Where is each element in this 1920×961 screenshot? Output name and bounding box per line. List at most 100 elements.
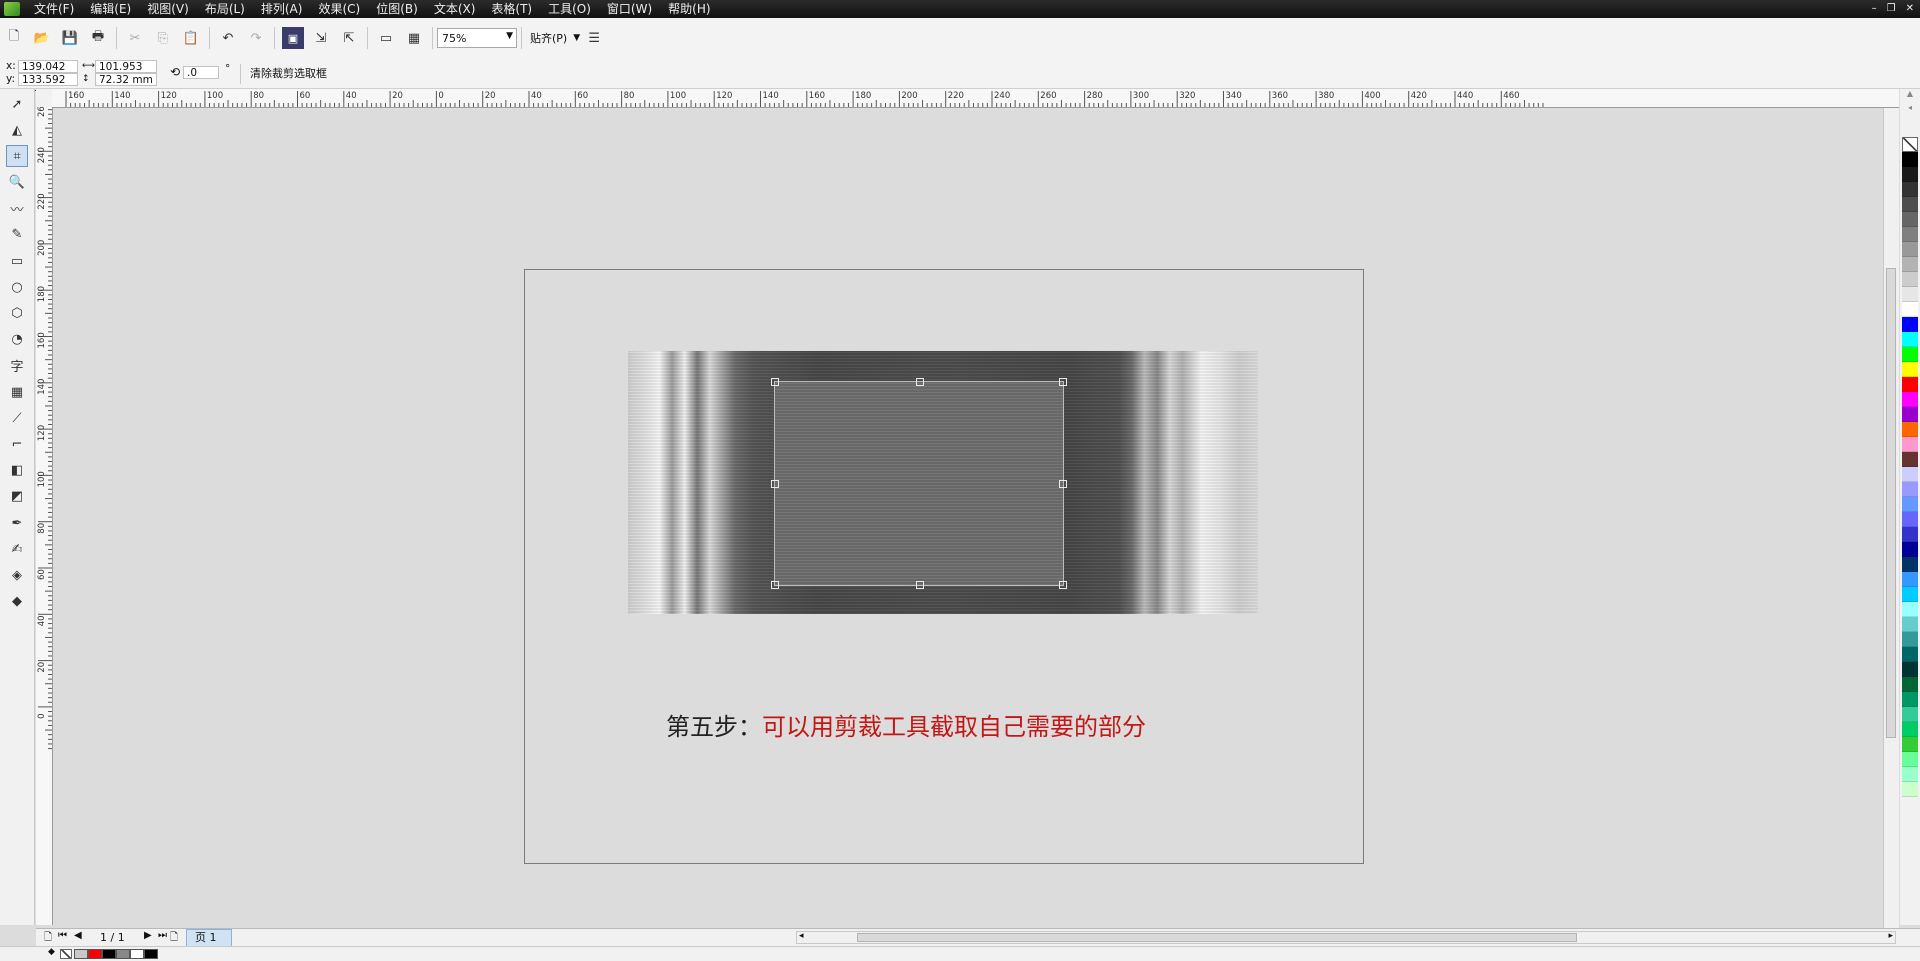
color-swatch[interactable]: [1902, 362, 1918, 377]
color-swatch[interactable]: [1902, 182, 1918, 197]
export-icon[interactable]: ⇱: [338, 27, 360, 49]
menu-help[interactable]: 帮助(H): [660, 0, 718, 18]
restore-icon[interactable]: ❐: [1887, 0, 1896, 18]
color-swatch[interactable]: [1902, 482, 1918, 497]
document-color-swatch[interactable]: [102, 949, 116, 959]
new-document-icon[interactable]: 🗋: [3, 27, 25, 49]
print-icon[interactable]: 🖶: [87, 27, 109, 49]
color-swatch[interactable]: [1902, 782, 1918, 797]
document-color-swatch[interactable]: [144, 949, 158, 959]
transparency-tool-icon[interactable]: ◩: [6, 486, 28, 508]
color-swatch[interactable]: [1902, 347, 1918, 362]
connector-tool-icon[interactable]: ⌐: [6, 433, 28, 455]
no-fill-swatch[interactable]: [1902, 137, 1918, 152]
dimension-tool-icon[interactable]: ⟋: [6, 407, 28, 429]
first-page-icon[interactable]: ⏮: [58, 930, 67, 941]
crop-handle-left[interactable]: [771, 480, 779, 488]
color-swatch[interactable]: [1902, 407, 1918, 422]
menu-edit[interactable]: 编辑(E): [82, 0, 139, 18]
ellipse-tool-icon[interactable]: ○: [6, 276, 28, 298]
minimize-icon[interactable]: –: [1872, 0, 1877, 18]
color-swatch[interactable]: [1902, 542, 1918, 557]
zoom-tool-icon[interactable]: 🔍: [6, 172, 28, 194]
color-swatch[interactable]: [1902, 662, 1918, 677]
table-tool-icon[interactable]: ▦: [6, 381, 28, 403]
color-swatch[interactable]: [1902, 257, 1918, 272]
clear-crop-marquee-button[interactable]: 清除裁剪选取框: [250, 67, 327, 80]
drawing-canvas[interactable]: 第五步：可以用剪裁工具截取自己需要的部分: [53, 108, 1883, 928]
y-position-field[interactable]: 133.592 mm: [18, 73, 78, 99]
bitmap-image[interactable]: [628, 351, 1258, 614]
basic-shapes-tool-icon[interactable]: ◔: [6, 329, 28, 351]
x-position-field[interactable]: 139.042 mm: [18, 60, 78, 86]
interactive-fill-tool-icon[interactable]: ◆: [6, 591, 28, 613]
crop-tool-icon[interactable]: ⌗: [6, 145, 28, 168]
color-swatch[interactable]: [1902, 497, 1918, 512]
pick-tool-icon[interactable]: ➚: [6, 93, 28, 115]
color-swatch[interactable]: [1902, 512, 1918, 527]
color-swatch[interactable]: [1902, 317, 1918, 332]
fill-tool-icon[interactable]: ◈: [6, 564, 28, 586]
rectangle-tool-icon[interactable]: ▭: [6, 250, 28, 272]
document-color-swatch[interactable]: [130, 949, 144, 959]
page-tab[interactable]: 页 1: [186, 929, 232, 947]
crop-handle-bottom-left[interactable]: [771, 581, 779, 589]
scroll-left-icon[interactable]: ◂: [799, 931, 804, 941]
shape-tool-icon[interactable]: ◭: [6, 119, 28, 141]
color-swatch[interactable]: [1902, 332, 1918, 347]
freehand-tool-icon[interactable]: 〰: [6, 198, 28, 220]
color-swatch[interactable]: [1902, 167, 1918, 182]
eyedropper-tool-icon[interactable]: ✒: [6, 512, 28, 534]
crop-handle-top-right[interactable]: [1059, 378, 1067, 386]
color-swatch[interactable]: [1902, 587, 1918, 602]
horizontal-scrollbar[interactable]: ◂ ▸: [796, 931, 1896, 944]
document-color-swatch[interactable]: [88, 949, 102, 959]
menu-layout[interactable]: 布局(L): [197, 0, 253, 18]
last-page-icon[interactable]: ⏭: [158, 930, 167, 941]
color-swatch[interactable]: [1902, 752, 1918, 767]
menu-table[interactable]: 表格(T): [483, 0, 540, 18]
menu-effects[interactable]: 效果(C): [310, 0, 368, 18]
previous-page-icon[interactable]: ◀: [74, 930, 82, 941]
color-swatch[interactable]: [1902, 377, 1918, 392]
color-swatch[interactable]: [1902, 677, 1918, 692]
palette-scroll-up-icon[interactable]: ▲: [1900, 89, 1920, 103]
smart-fill-tool-icon[interactable]: ✎: [6, 224, 28, 246]
color-swatch[interactable]: [1902, 767, 1918, 782]
menu-tools[interactable]: 工具(O): [540, 0, 599, 18]
crop-handle-bottom[interactable]: [916, 581, 924, 589]
application-launcher-icon[interactable]: ▭: [375, 27, 397, 49]
add-page-icon[interactable]: 🗋: [170, 930, 178, 947]
open-folder-icon[interactable]: 📂: [31, 27, 53, 49]
color-swatch[interactable]: [1902, 212, 1918, 227]
color-swatch[interactable]: [1902, 647, 1918, 662]
palette-flyout-icon[interactable]: ◂: [1900, 103, 1920, 117]
color-swatch[interactable]: [1902, 452, 1918, 467]
rotation-field[interactable]: .0: [183, 66, 219, 79]
color-swatch[interactable]: [1902, 422, 1918, 437]
menu-file[interactable]: 文件(F): [26, 0, 82, 18]
import-icon[interactable]: ⇲: [310, 27, 332, 49]
crop-handle-right[interactable]: [1059, 480, 1067, 488]
menu-text[interactable]: 文本(X): [426, 0, 484, 18]
color-swatch[interactable]: [1902, 707, 1918, 722]
close-icon[interactable]: ✕: [1906, 0, 1914, 18]
scrollbar-thumb[interactable]: [1886, 268, 1896, 738]
scroll-right-icon[interactable]: ▸: [1888, 931, 1893, 941]
paste-icon[interactable]: 📋: [180, 27, 202, 49]
color-swatch[interactable]: [1902, 242, 1918, 257]
color-swatch[interactable]: [1902, 602, 1918, 617]
color-swatch[interactable]: [1902, 197, 1918, 212]
color-swatch[interactable]: [1902, 437, 1918, 452]
text-tool-icon[interactable]: 字: [6, 355, 28, 377]
menu-view[interactable]: 视图(V): [139, 0, 197, 18]
color-swatch[interactable]: [1902, 392, 1918, 407]
snap-to-button[interactable]: 贴齐(P): [530, 30, 567, 46]
zoom-select[interactable]: 75% ▼: [437, 28, 517, 48]
color-swatch[interactable]: [1902, 557, 1918, 572]
color-swatch[interactable]: [1902, 152, 1918, 167]
scrollbar-thumb[interactable]: [857, 933, 1577, 942]
vertical-ruler[interactable]: 260 240 220 200 180 160 140 120 100 80 60 40 20 0: [36, 101, 53, 925]
color-swatch[interactable]: [1902, 527, 1918, 542]
color-swatch[interactable]: [1902, 722, 1918, 737]
